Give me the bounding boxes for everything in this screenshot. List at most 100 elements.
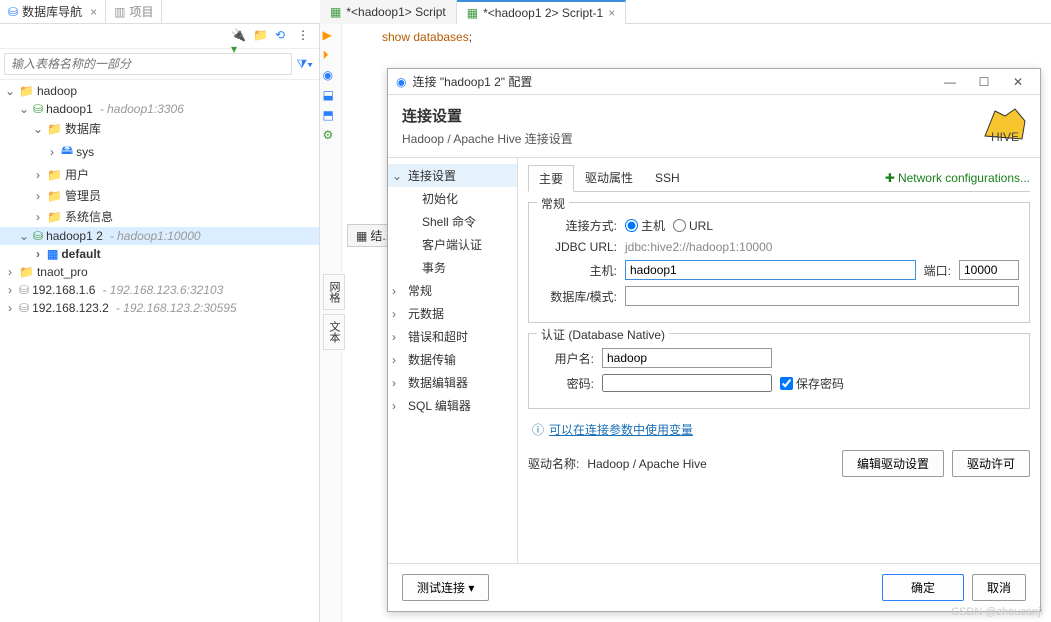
tree-item[interactable]: ›📁tnaot_pro (0, 263, 319, 281)
expand-icon[interactable]: › (46, 145, 58, 159)
tree-item[interactable]: ›📁管理员 (0, 185, 319, 206)
nav-item[interactable]: ⌄连接设置 (388, 164, 517, 187)
editor-tab-script2[interactable]: ▦ *<hadoop1 2> Script-1 × (457, 0, 626, 24)
dialog-footer: 测试连接 ▾ 确定 取消 (388, 563, 1040, 611)
folder-icon[interactable]: 📁 (253, 28, 269, 44)
tab-ssh[interactable]: SSH (644, 166, 691, 190)
tree-label: 192.168.1.6 (32, 283, 95, 297)
commit-icon[interactable]: ⬓ (323, 88, 339, 104)
nav-item[interactable]: 客户端认证 (388, 233, 517, 256)
tree-label: 192.168.123.2 (32, 301, 109, 315)
sql-editor[interactable]: show databases; (342, 24, 1051, 54)
sql-icon: ▦ (467, 6, 478, 20)
expand-icon[interactable]: › (32, 189, 44, 203)
nav-label: 常规 (408, 282, 432, 299)
radio-host[interactable]: 主机 (625, 217, 665, 234)
host-input[interactable] (625, 260, 916, 280)
expand-icon[interactable]: › (32, 168, 44, 182)
minimize-icon[interactable]: — (936, 75, 964, 89)
expand-icon[interactable]: › (392, 353, 396, 367)
nav-label: 数据传输 (408, 351, 456, 368)
expand-icon[interactable]: ⌄ (4, 84, 16, 98)
expand-icon[interactable]: › (4, 283, 16, 297)
expand-icon[interactable]: › (32, 247, 44, 261)
nav-item[interactable]: ›数据编辑器 (388, 371, 517, 394)
expand-icon[interactable]: › (392, 376, 396, 390)
tree-item[interactable]: ›🖴sys (0, 139, 319, 164)
refresh-icon[interactable]: ⟲ (275, 28, 291, 44)
network-config-link[interactable]: ✚Network configurations... (885, 171, 1030, 185)
run-icon[interactable]: ▶ (323, 28, 339, 44)
expand-icon[interactable]: › (4, 265, 16, 279)
settings-icon[interactable]: ⚙ (323, 128, 339, 144)
expand-icon[interactable]: ⌄ (18, 229, 30, 243)
result-side-buttons: 网格 文本 (321, 210, 347, 350)
radio-url[interactable]: URL (673, 219, 713, 233)
tree-item[interactable]: ›▦default (0, 245, 319, 263)
nav-label: 客户端认证 (422, 236, 482, 253)
dbeaver-icon: ◉ (396, 75, 406, 89)
close-icon[interactable]: ✕ (1004, 75, 1032, 89)
db-input[interactable] (625, 286, 1019, 306)
nav-item[interactable]: 事务 (388, 256, 517, 279)
expand-icon[interactable]: ⌄ (392, 169, 402, 183)
tree-item[interactable]: ›📁用户 (0, 164, 319, 185)
maximize-icon[interactable]: ☐ (970, 75, 998, 89)
expand-icon[interactable]: › (4, 301, 16, 315)
tab-label: *<hadoop1 2> Script-1 (483, 6, 603, 20)
tree-item[interactable]: ›📁系统信息 (0, 206, 319, 227)
cancel-button[interactable]: 取消 (972, 574, 1026, 601)
tree-item[interactable]: ⌄⛁hadoop1- hadoop1:3306 (0, 100, 319, 118)
variables-link[interactable]: ⓘ 可以在连接参数中使用变量 (532, 421, 1030, 438)
test-connection-button[interactable]: 测试连接 ▾ (402, 574, 489, 601)
tree-item[interactable]: ⌄📁数据库 (0, 118, 319, 139)
table-icon: ▦ (47, 247, 58, 261)
rollback-icon[interactable]: ⬒ (323, 108, 339, 124)
nav-item[interactable]: › 常规 (388, 279, 517, 302)
expand-icon[interactable]: › (392, 399, 396, 413)
editor-tab-script1[interactable]: ▦ *<hadoop1> Script (320, 0, 457, 24)
close-icon[interactable]: × (608, 6, 615, 20)
port-input[interactable] (959, 260, 1019, 280)
plug-icon[interactable]: 🔌▾ (231, 28, 247, 44)
explain-icon[interactable]: ◉ (323, 68, 339, 84)
close-icon[interactable]: × (90, 5, 97, 19)
nav-item[interactable]: ›SQL 编辑器 (388, 394, 517, 417)
expand-icon[interactable]: ⌄ (18, 102, 30, 116)
tab-driver-props[interactable]: 驱动属性 (574, 164, 644, 191)
tree-item[interactable]: ⌄📁hadoop (0, 82, 319, 100)
tree-hint: - hadoop1:3306 (100, 102, 184, 116)
filter-input[interactable] (4, 53, 292, 75)
edit-driver-button[interactable]: 编辑驱动设置 (842, 450, 944, 477)
expand-icon[interactable]: › (392, 307, 396, 321)
funnel-icon[interactable]: ⧩▾ (296, 57, 313, 72)
tree-item[interactable]: ⌄⛁hadoop1 2- hadoop1:10000 (0, 227, 319, 245)
nav-item[interactable]: 初始化 (388, 187, 517, 210)
text-mode-btn[interactable]: 文本 (323, 314, 345, 350)
nav-item[interactable]: ›元数据 (388, 302, 517, 325)
folder-icon: 📁 (47, 189, 62, 203)
save-pass-check[interactable]: 保存密码 (780, 375, 844, 392)
db-label: 数据库/模式: (539, 288, 617, 305)
expand-icon[interactable]: › (392, 330, 396, 344)
expand-icon[interactable]: ⌄ (32, 122, 44, 136)
grid-mode-btn[interactable]: 网格 (323, 274, 345, 310)
user-input[interactable] (602, 348, 772, 368)
ok-button[interactable]: 确定 (882, 574, 964, 601)
dialog-titlebar[interactable]: ◉ 连接 "hadoop1 2" 配置 — ☐ ✕ (388, 69, 1040, 95)
tab-project[interactable]: ▥ 项目 (106, 0, 162, 24)
nav-item[interactable]: Shell 命令 (388, 210, 517, 233)
nav-item[interactable]: ›错误和超时 (388, 325, 517, 348)
tree-item[interactable]: ›⛁192.168.1.6- 192.168.123.6:32103 (0, 281, 319, 299)
tab-db-nav[interactable]: ⛁ 数据库导航 × (0, 0, 106, 24)
pass-input[interactable] (602, 374, 772, 392)
tree-hint: - 192.168.123.6:32103 (102, 283, 223, 297)
tree-item[interactable]: ›⛁192.168.123.2- 192.168.123.2:30595 (0, 299, 319, 317)
driver-license-button[interactable]: 驱动许可 (952, 450, 1030, 477)
run-script-icon[interactable]: ⏵ (323, 48, 339, 64)
nav-item[interactable]: › 数据传输 (388, 348, 517, 371)
menu-icon[interactable]: ⋮ (297, 28, 313, 44)
expand-icon[interactable]: › (392, 284, 396, 298)
tab-main[interactable]: 主要 (528, 165, 574, 192)
expand-icon[interactable]: › (32, 210, 44, 224)
